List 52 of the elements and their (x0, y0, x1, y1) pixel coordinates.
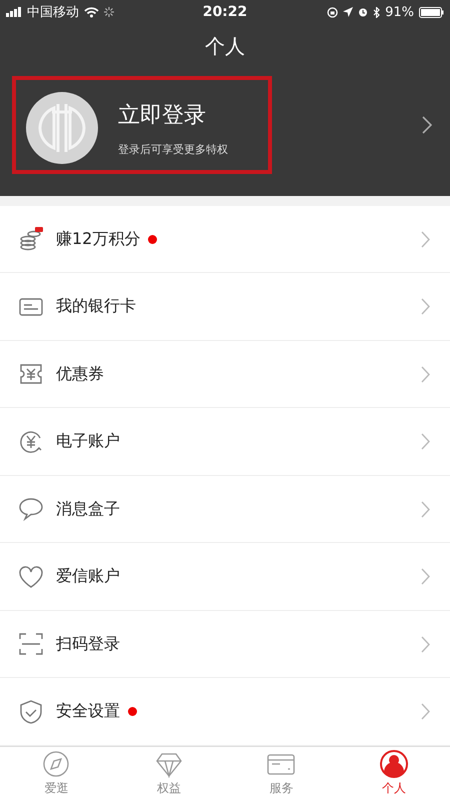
menu-item[interactable]: 优惠券 (0, 340, 450, 408)
chevron-icon (421, 500, 430, 518)
location-icon (343, 7, 354, 17)
menu-item[interactable]: 赚12万积分 (0, 206, 450, 274)
chevron-icon (421, 568, 430, 586)
menu-label: 优惠券 (56, 364, 104, 385)
heart-icon (18, 564, 44, 590)
lock-rotation-icon (327, 6, 338, 18)
compass-icon (42, 750, 70, 778)
login-title[interactable]: 立即登录 (118, 100, 228, 130)
menu-label: 我的银行卡 (56, 296, 136, 318)
menu-label: 电子账户 (56, 431, 120, 452)
avatar-logo-icon (26, 92, 98, 164)
chevron-icon (421, 703, 430, 720)
alarm-icon (358, 7, 368, 17)
chevron-icon[interactable] (422, 116, 432, 134)
menu-label: 扫码登录 (56, 634, 120, 655)
status-time: 20:22 (202, 4, 248, 20)
shield-icon (18, 698, 44, 725)
menu-item[interactable]: 爱信账户 (0, 543, 450, 611)
menu-label: 赚12万积分 (56, 228, 140, 250)
tab-item[interactable]: 服务 (225, 746, 338, 800)
menu-label: 爱信账户 (56, 566, 120, 588)
tab-item[interactable]: 爱逛 (0, 746, 112, 800)
chevron-icon (421, 230, 430, 248)
battery-percent: 91% (385, 4, 414, 20)
page-title: 个人 (204, 33, 246, 60)
chevron-icon (421, 433, 430, 450)
menu-item[interactable]: 消息盒子 (0, 476, 450, 544)
menu-label: 安全设置 (56, 701, 120, 722)
coins-icon (18, 226, 44, 252)
loading-icon (104, 7, 114, 17)
menu-label: 消息盒子 (56, 498, 120, 520)
wifi-icon (84, 6, 99, 18)
bluetooth-icon (373, 6, 380, 18)
menu-item[interactable]: 扫码登录 (0, 610, 450, 678)
signal-icon (6, 7, 22, 17)
chevron-icon (421, 636, 430, 653)
carrier-name: 中国移动 (27, 4, 79, 21)
tab-item[interactable]: 权益 (112, 746, 225, 800)
chevron-icon (421, 366, 430, 383)
battery-icon (418, 6, 444, 18)
chevron-icon (421, 298, 430, 316)
chat-bubble-icon (18, 496, 44, 522)
menu-item[interactable]: 电子账户 (0, 408, 450, 476)
person-icon (380, 750, 408, 778)
scan-icon (18, 631, 44, 658)
menu-item[interactable]: 安全设置 (0, 678, 450, 746)
tab-item[interactable]: 个人 (338, 746, 450, 800)
menu-item[interactable]: 我的银行卡 (0, 273, 450, 341)
yuan-circle-icon (18, 428, 44, 455)
login-subtitle: 登录后可享受更多特权 (118, 142, 228, 156)
